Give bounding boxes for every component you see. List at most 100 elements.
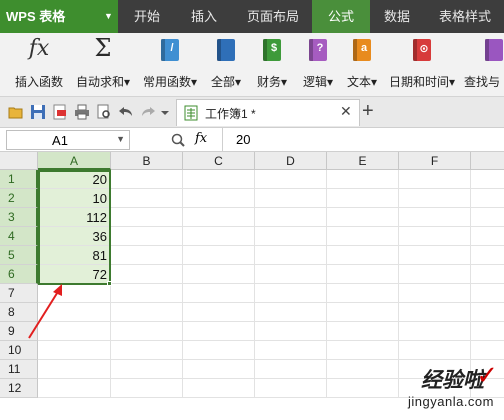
cell[interactable]: [111, 227, 183, 246]
date-time-button[interactable]: ⊙ 日期和时间▾: [386, 33, 458, 97]
tab-insert[interactable]: 插入: [178, 0, 230, 33]
cell[interactable]: [183, 379, 255, 398]
select-all-corner[interactable]: [0, 152, 38, 170]
cell[interactable]: [399, 246, 471, 265]
cell[interactable]: [111, 360, 183, 379]
new-tab-button[interactable]: +: [362, 100, 374, 123]
cell[interactable]: [255, 360, 327, 379]
column-header-overflow[interactable]: [471, 152, 504, 170]
row-header-1[interactable]: 1: [0, 170, 38, 189]
cell[interactable]: [111, 341, 183, 360]
cell[interactable]: [183, 246, 255, 265]
cell[interactable]: [471, 170, 504, 189]
fill-handle[interactable]: [107, 281, 112, 286]
save-icon[interactable]: [30, 104, 46, 120]
cell[interactable]: [183, 208, 255, 227]
cell[interactable]: [399, 284, 471, 303]
cell[interactable]: [111, 379, 183, 398]
cell[interactable]: 36: [38, 227, 111, 246]
cell[interactable]: [327, 341, 399, 360]
cell[interactable]: [327, 170, 399, 189]
cell[interactable]: [111, 284, 183, 303]
cell[interactable]: [111, 170, 183, 189]
chevron-down-icon[interactable]: ▼: [116, 134, 125, 144]
cell[interactable]: 81: [38, 246, 111, 265]
document-tab[interactable]: 工作簿1 * ✕: [176, 99, 360, 126]
cell[interactable]: [327, 265, 399, 284]
print-icon[interactable]: [74, 104, 90, 120]
cell[interactable]: [399, 170, 471, 189]
cell[interactable]: [111, 265, 183, 284]
name-box[interactable]: A1 ▼: [6, 130, 130, 150]
column-header-d[interactable]: D: [255, 152, 327, 170]
row-header-11[interactable]: 11: [0, 360, 38, 379]
cell[interactable]: [111, 246, 183, 265]
export-pdf-icon[interactable]: [52, 104, 68, 120]
column-header-b[interactable]: B: [111, 152, 183, 170]
cell[interactable]: [399, 208, 471, 227]
cell[interactable]: [255, 379, 327, 398]
row-header-10[interactable]: 10: [0, 341, 38, 360]
row-header-5[interactable]: 5: [0, 246, 38, 265]
cell[interactable]: 10: [38, 189, 111, 208]
text-functions-button[interactable]: a 文本▾: [340, 33, 384, 97]
cell[interactable]: [183, 284, 255, 303]
open-folder-icon[interactable]: [8, 104, 24, 120]
cell[interactable]: [471, 341, 504, 360]
close-tab-icon[interactable]: ✕: [340, 103, 352, 120]
undo-icon[interactable]: [118, 104, 134, 120]
cell[interactable]: [255, 284, 327, 303]
cell[interactable]: [471, 208, 504, 227]
cell[interactable]: [255, 341, 327, 360]
cell[interactable]: [471, 303, 504, 322]
cell[interactable]: [255, 322, 327, 341]
finance-button[interactable]: $ 财务▾: [250, 33, 294, 97]
row-header-2[interactable]: 2: [0, 189, 38, 208]
cell[interactable]: [255, 265, 327, 284]
cell[interactable]: [255, 227, 327, 246]
lookup-button[interactable]: 查找与: [460, 33, 504, 97]
row-header-4[interactable]: 4: [0, 227, 38, 246]
cell[interactable]: [255, 189, 327, 208]
tab-formulas[interactable]: 公式: [312, 0, 370, 33]
logic-button[interactable]: ? 逻辑▾: [296, 33, 340, 97]
cell[interactable]: [327, 189, 399, 208]
cell[interactable]: [471, 322, 504, 341]
cell[interactable]: [111, 189, 183, 208]
cell[interactable]: [327, 322, 399, 341]
cell[interactable]: [327, 227, 399, 246]
cell[interactable]: 112: [38, 208, 111, 227]
cell[interactable]: [471, 265, 504, 284]
fx-label[interactable]: fx: [195, 131, 207, 146]
print-preview-icon[interactable]: [96, 104, 112, 120]
redo-icon[interactable]: [140, 104, 156, 120]
cell[interactable]: [399, 227, 471, 246]
cell[interactable]: [111, 303, 183, 322]
cell[interactable]: [183, 360, 255, 379]
cell[interactable]: [183, 265, 255, 284]
cell[interactable]: [471, 284, 504, 303]
cell[interactable]: [327, 284, 399, 303]
toolbar-more-icon[interactable]: [160, 104, 170, 120]
cell[interactable]: [38, 341, 111, 360]
tab-page-layout[interactable]: 页面布局: [236, 0, 310, 33]
column-header-f[interactable]: F: [399, 152, 471, 170]
cell[interactable]: [471, 246, 504, 265]
cell[interactable]: [183, 227, 255, 246]
cell[interactable]: [183, 322, 255, 341]
cell[interactable]: [327, 208, 399, 227]
zoom-search-icon[interactable]: [170, 132, 186, 148]
cell[interactable]: [327, 303, 399, 322]
cell[interactable]: [111, 208, 183, 227]
column-header-c[interactable]: C: [183, 152, 255, 170]
cell[interactable]: [183, 341, 255, 360]
cell[interactable]: [183, 170, 255, 189]
cell[interactable]: [399, 341, 471, 360]
cell[interactable]: [183, 303, 255, 322]
cell[interactable]: [255, 246, 327, 265]
cell[interactable]: [38, 360, 111, 379]
common-functions-button[interactable]: / 常用函数▾: [138, 33, 202, 97]
cell[interactable]: [183, 189, 255, 208]
cell[interactable]: [255, 208, 327, 227]
cell[interactable]: [111, 322, 183, 341]
